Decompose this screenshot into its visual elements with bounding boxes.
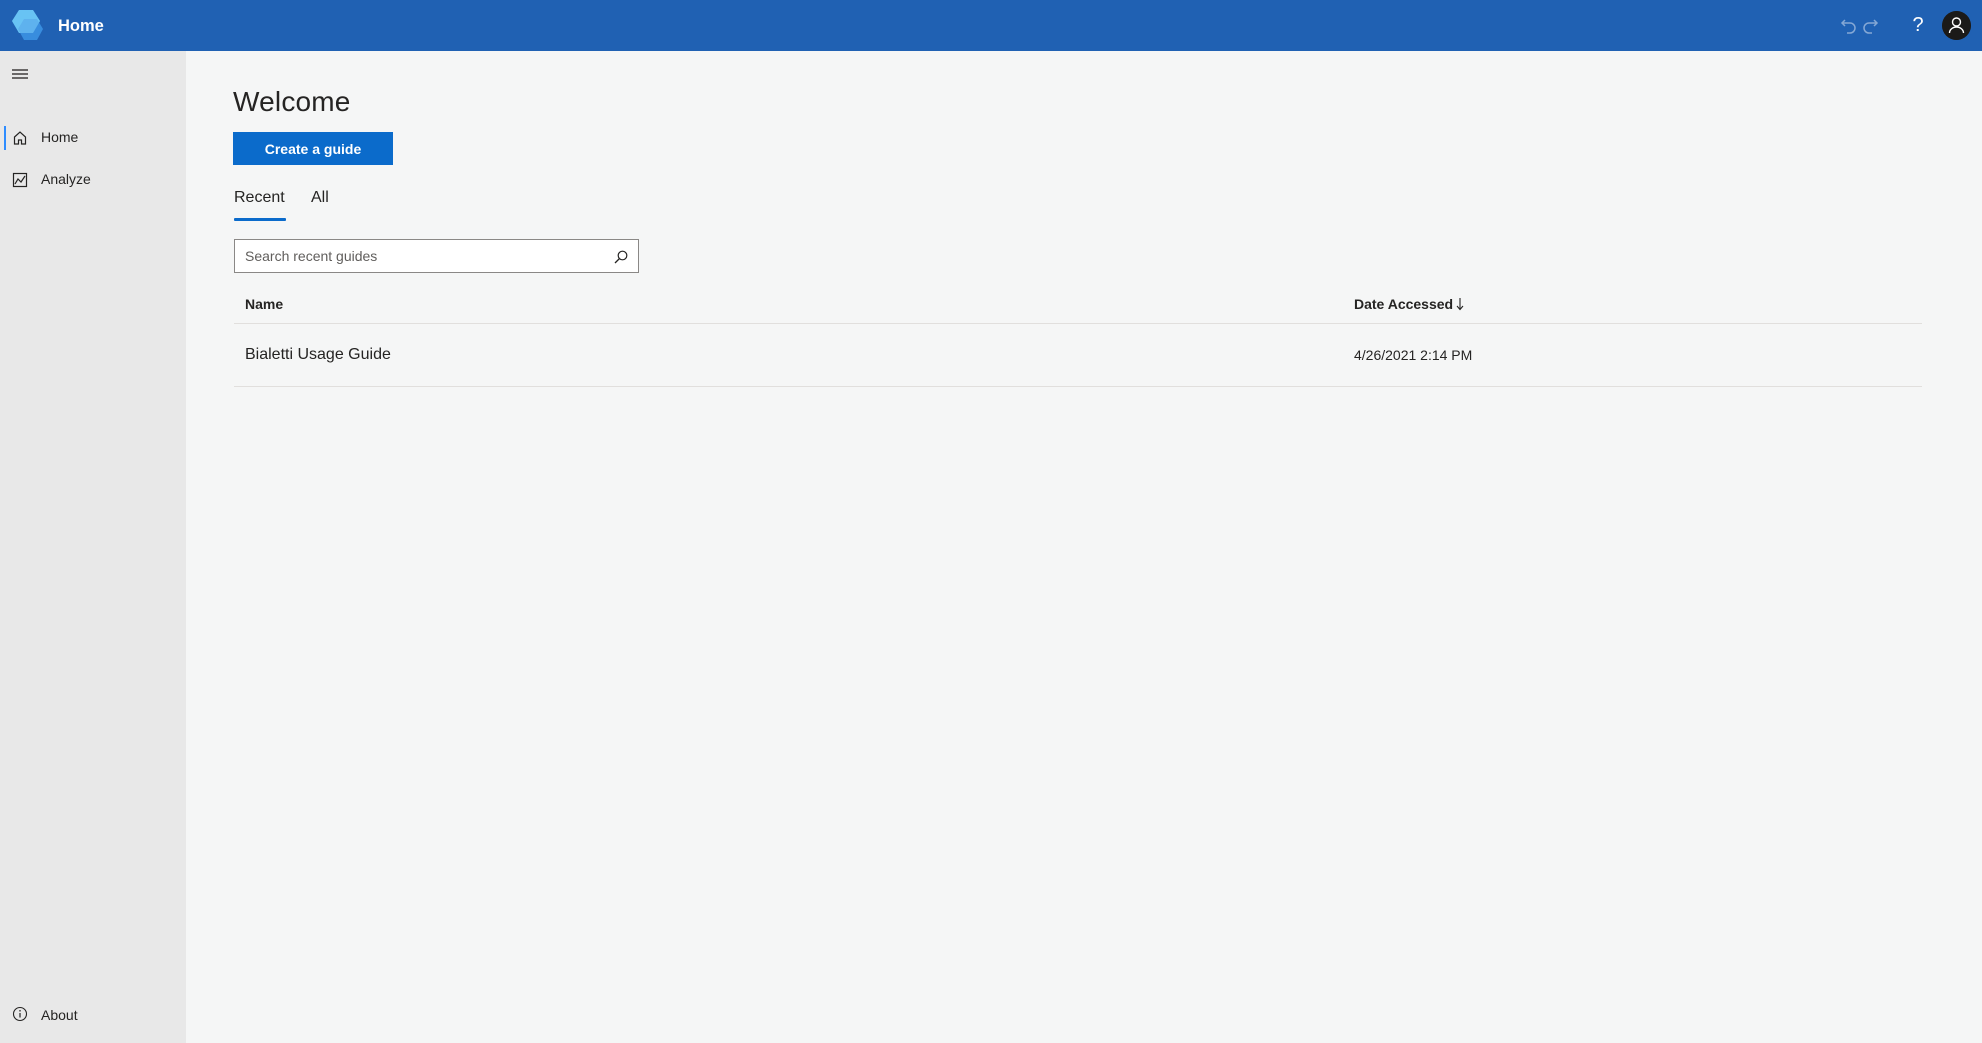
sidebar-item-about[interactable]: About: [0, 998, 186, 1032]
sidebar-item-analyze[interactable]: Analyze: [0, 163, 186, 197]
redo-icon[interactable]: [1860, 15, 1880, 35]
create-guide-button[interactable]: Create a guide: [233, 132, 393, 165]
undo-icon[interactable]: [1839, 15, 1859, 35]
table-row[interactable]: Bialetti Usage Guide 4/26/2021 2:14 PM: [234, 324, 1922, 387]
sidebar-item-label: Analyze: [41, 171, 91, 187]
info-icon: [12, 1006, 28, 1022]
app-logo-icon: [12, 10, 43, 40]
tab-recent[interactable]: Recent: [234, 189, 285, 221]
search-icon[interactable]: [613, 249, 629, 265]
sidebar-item-label: About: [41, 1007, 78, 1023]
sort-descending-icon[interactable]: [1454, 296, 1466, 312]
active-indicator: [4, 126, 6, 150]
main-content: Welcome Create a guide Recent All Name D…: [186, 51, 1982, 1043]
page-title: Welcome: [233, 86, 351, 117]
app-title: Home: [58, 17, 104, 35]
home-icon: [13, 131, 27, 145]
table-header: Name Date Accessed: [234, 287, 1922, 324]
column-header-date-accessed[interactable]: Date Accessed: [1354, 296, 1453, 312]
sidebar-item-home[interactable]: Home: [0, 121, 186, 155]
column-header-name[interactable]: Name: [245, 296, 283, 312]
analyze-icon: [12, 172, 28, 188]
sidebar: Home Analyze About: [0, 51, 186, 1043]
hamburger-menu-icon[interactable]: [10, 64, 32, 84]
sidebar-item-label: Home: [41, 129, 79, 145]
top-bar: Home ?: [0, 0, 1982, 51]
tab-all[interactable]: All: [311, 189, 329, 221]
user-avatar-icon[interactable]: [1942, 11, 1971, 40]
help-icon[interactable]: ?: [1907, 12, 1929, 38]
selected-tab-indicator: [234, 218, 286, 221]
guide-name[interactable]: Bialetti Usage Guide: [245, 346, 391, 364]
search-input[interactable]: [235, 240, 605, 272]
guide-date-accessed: 4/26/2021 2:14 PM: [1354, 347, 1473, 363]
search-box: [234, 239, 639, 273]
